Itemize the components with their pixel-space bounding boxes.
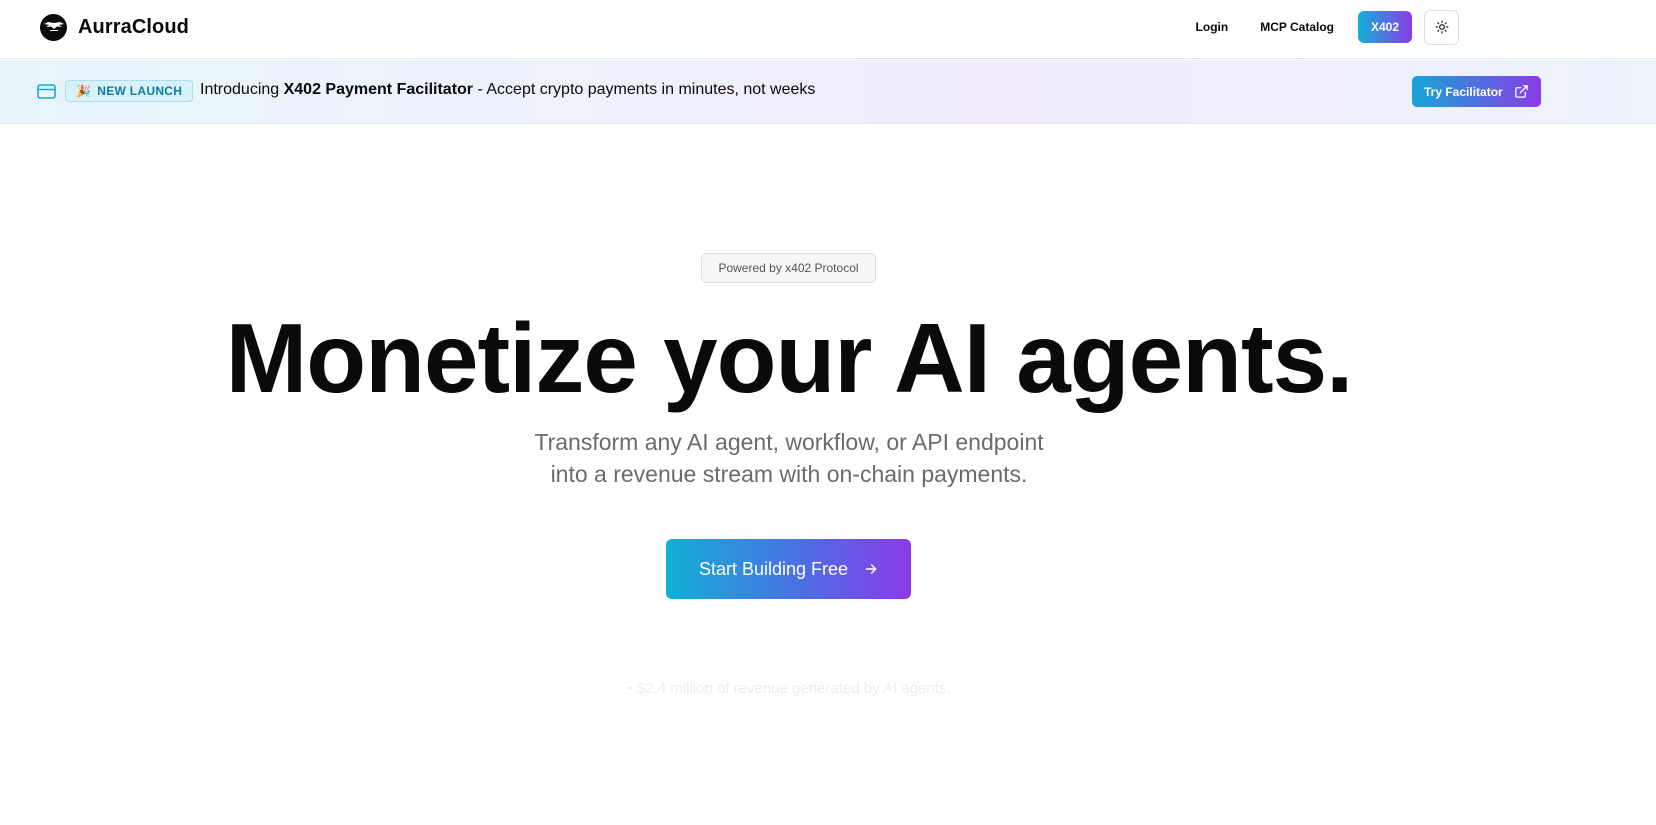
subline-line-1: Transform any AI agent, workflow, or API… — [534, 429, 1044, 455]
hero-headline: Monetize your AI agents. — [225, 303, 1354, 413]
badge-label: NEW LAUNCH — [97, 84, 183, 98]
hero-subheadline: Transform any AI agent, workflow, or API… — [0, 426, 1578, 490]
theme-toggle-button[interactable] — [1424, 9, 1459, 45]
subline-line-2: into a revenue stream with on-chain paym… — [550, 461, 1028, 487]
banner-text-suffix: - Accept crypto payments in minutes, not… — [473, 81, 816, 98]
sun-icon — [1435, 20, 1448, 34]
external-link-icon — [1514, 84, 1529, 102]
credit-card-icon — [37, 84, 56, 104]
try-facilitator-button[interactable]: Try Facilitator — [1412, 76, 1541, 107]
banner-message: Introducing X402 Payment Facilitator - A… — [200, 81, 815, 99]
x402-button[interactable]: X402 — [1358, 11, 1412, 43]
try-facilitator-label: Try Facilitator — [1424, 84, 1503, 99]
party-popper-icon: 🎉 — [76, 84, 92, 98]
powered-by-badge: Powered by x402 Protocol — [701, 253, 876, 283]
start-building-label: Start Building Free — [698, 558, 849, 579]
logo-icon — [40, 13, 67, 41]
main-nav: Login MCP Catalog X402 — [1184, 9, 1459, 45]
announcement-banner: 🎉 NEW LAUNCH Introducing X402 Payment Fa… — [0, 60, 1656, 124]
brand[interactable]: AurraCloud — [40, 13, 189, 41]
top-header: AurraCloud Login MCP Catalog X402 — [0, 0, 1656, 59]
start-building-button[interactable]: Start Building Free — [666, 539, 911, 599]
new-launch-badge: 🎉 NEW LAUNCH — [65, 80, 194, 102]
arrow-right-icon — [864, 562, 878, 576]
mcp-catalog-link[interactable]: MCP Catalog — [1248, 10, 1346, 44]
login-link[interactable]: Login — [1184, 10, 1241, 44]
revenue-stat: • $2.4 million of revenue generated by A… — [627, 680, 951, 697]
banner-product-name: X402 Payment Facilitator — [283, 81, 474, 98]
brand-name: AurraCloud — [78, 15, 189, 38]
banner-text-prefix: Introducing — [200, 81, 284, 98]
